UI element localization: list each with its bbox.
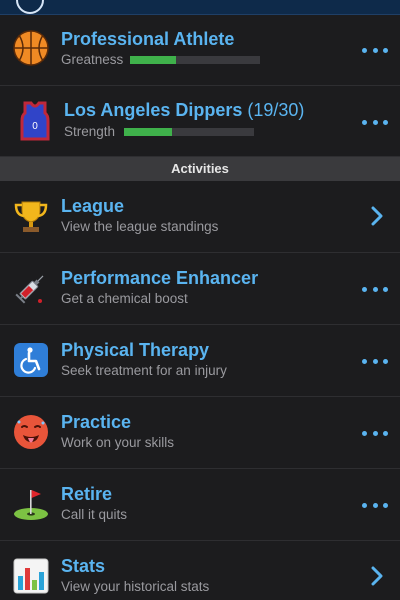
more-dot-icon	[362, 286, 367, 292]
activity-row-retire[interactable]: Retire Call it quits	[0, 469, 400, 541]
back-button-icon[interactable]	[16, 0, 44, 14]
activity-row-stats[interactable]: Stats View your historical stats	[0, 541, 400, 600]
jersey-number: 0	[32, 121, 38, 132]
team-row[interactable]: 0 Los Angeles Dippers (19/30) Strength	[0, 86, 400, 157]
activity-title: League	[61, 196, 125, 216]
more-dot-icon	[383, 286, 388, 292]
more-button[interactable]	[362, 357, 388, 365]
more-dot-icon	[362, 358, 367, 364]
greatness-progress-bar	[130, 56, 260, 64]
activity-subtitle: View your historical stats	[61, 579, 210, 594]
more-dot-icon	[372, 502, 378, 508]
more-dot-icon	[372, 430, 378, 436]
more-dot-icon	[372, 358, 378, 364]
athlete-title: Professional Athlete	[61, 29, 235, 49]
more-dot-icon	[383, 358, 388, 364]
team-title: Los Angeles Dippers (19/30)	[64, 100, 304, 121]
athlete-row[interactable]: Professional Athlete Greatness	[0, 14, 400, 86]
more-dot-icon	[383, 430, 388, 436]
more-dot-icon	[362, 502, 367, 508]
jersey-icon: 0	[16, 101, 54, 141]
activity-subtitle: Seek treatment for an injury	[61, 363, 227, 378]
navigation-bar	[0, 0, 400, 15]
activity-row-league[interactable]: League View the league standings	[0, 181, 400, 253]
chevron-right-icon[interactable]	[370, 565, 384, 587]
more-button[interactable]	[362, 429, 388, 437]
activity-row-performance-enhancer[interactable]: Performance Enhancer Get a chemical boos…	[0, 253, 400, 325]
syringe-icon	[12, 269, 50, 307]
more-dot-icon	[372, 119, 378, 125]
golf-flag-icon	[12, 485, 50, 523]
trophy-icon	[12, 197, 50, 235]
more-dot-icon	[362, 119, 367, 125]
team-more-button[interactable]	[362, 118, 388, 126]
strength-label: Strength	[64, 124, 116, 139]
hot-face-icon	[12, 413, 50, 451]
more-dot-icon	[362, 47, 367, 53]
activity-subtitle: Call it quits	[61, 507, 128, 522]
more-dot-icon	[383, 47, 388, 53]
more-dot-icon	[383, 119, 388, 125]
activity-title: Practice	[61, 412, 132, 432]
bar-chart-icon	[12, 557, 50, 595]
chevron-right-icon[interactable]	[370, 205, 384, 227]
more-dot-icon	[372, 286, 378, 292]
more-button[interactable]	[362, 285, 388, 293]
activity-subtitle: Get a chemical boost	[61, 291, 188, 306]
athlete-more-button[interactable]	[362, 46, 388, 54]
strength-progress-fill	[124, 128, 173, 136]
team-name: Los Angeles Dippers	[64, 100, 243, 120]
greatness-label: Greatness	[61, 52, 124, 67]
more-dot-icon	[383, 502, 388, 508]
activity-title: Retire	[61, 484, 113, 504]
team-record: (19/30)	[247, 100, 305, 120]
more-button[interactable]	[362, 501, 388, 509]
strength-progress-bar	[124, 128, 254, 136]
activities-section-header: Activities	[0, 157, 400, 181]
activity-title: Performance Enhancer	[61, 268, 259, 288]
activity-subtitle: View the league standings	[61, 219, 219, 234]
greatness-progress-fill	[130, 56, 176, 64]
activity-row-practice[interactable]: Practice Work on your skills	[0, 397, 400, 469]
more-dot-icon	[372, 47, 378, 53]
activity-title: Physical Therapy	[61, 340, 210, 360]
app-screen: Professional Athlete Greatness 0 Los Ang…	[0, 0, 400, 600]
more-dot-icon	[362, 430, 367, 436]
activity-row-physical-therapy[interactable]: Physical Therapy Seek treatment for an i…	[0, 325, 400, 397]
wheelchair-icon	[12, 341, 50, 379]
activity-title: Stats	[61, 556, 106, 576]
basketball-icon	[12, 29, 50, 67]
activity-subtitle: Work on your skills	[61, 435, 175, 450]
